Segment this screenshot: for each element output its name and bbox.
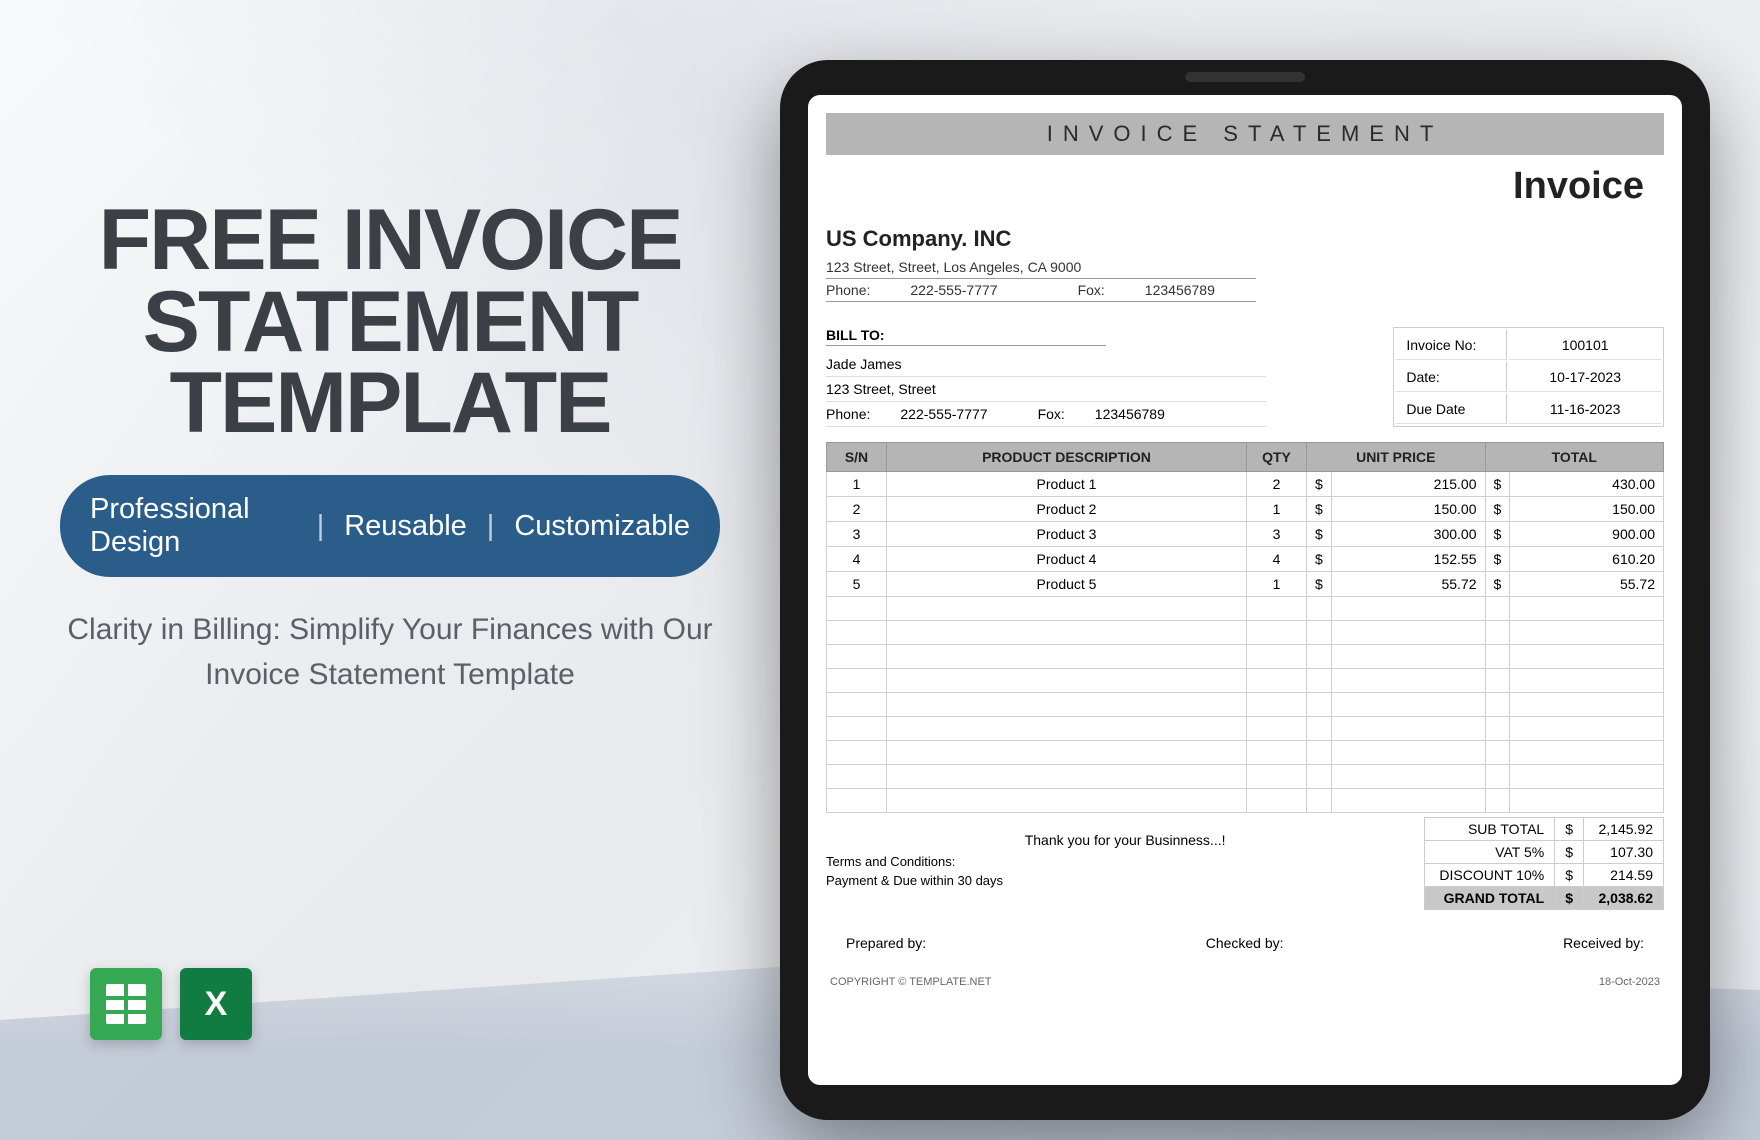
th-qty: QTY: [1247, 443, 1307, 472]
signatures: Prepared by: Checked by: Received by:: [826, 935, 1664, 951]
sub-val: 2,145.92: [1584, 818, 1664, 841]
promo-title: FREE INVOICE STATEMENT TEMPLATE: [60, 200, 720, 445]
bill-name: Jade James: [826, 352, 1266, 377]
table-row-empty: [827, 669, 1664, 693]
inv-due-val: 11-16-2023: [1509, 394, 1661, 424]
table-row-empty: [827, 789, 1664, 813]
fax-label: Fox:: [1078, 282, 1105, 298]
fax-val: 123456789: [1145, 282, 1215, 298]
bill-to-label: BILL TO:: [826, 327, 1106, 346]
excel-icon: X: [180, 968, 252, 1040]
sep-line: Phone: 222-555-7777 Fox: 123456789: [826, 279, 1256, 302]
table-row-empty: [827, 741, 1664, 765]
inv-date-val: 10-17-2023: [1509, 362, 1661, 392]
promo-panel: FREE INVOICE STATEMENT TEMPLATE Professi…: [0, 0, 780, 1140]
bill-address: 123 Street, Street: [826, 377, 1266, 402]
table-row-empty: [827, 717, 1664, 741]
company-address: 123 Street, Street, Los Angeles, CA 9000: [826, 256, 1256, 278]
phone-label: Phone:: [826, 282, 870, 298]
promo-subtitle: Clarity in Billing: Simplify Your Financ…: [60, 607, 720, 697]
table-row: 2Product 21$150.00$150.00: [827, 497, 1664, 522]
th-unit: UNIT PRICE: [1307, 443, 1486, 472]
title-line1: FREE INVOICE: [60, 200, 720, 282]
company-name: US Company. INC: [826, 226, 1664, 252]
bill-to-block: BILL TO: Jade James 123 Street, Street P…: [826, 327, 1266, 427]
inv-no-lbl: Invoice No:: [1396, 330, 1507, 360]
sep-line: 123 Street, Street, Los Angeles, CA 9000: [826, 256, 1256, 279]
terms-hdr: Terms and Conditions:: [826, 854, 1424, 869]
table-row-empty: [827, 621, 1664, 645]
title-line2: STATEMENT TEMPLATE: [60, 282, 720, 445]
table-row: 5Product 51$55.72$55.72: [827, 572, 1664, 597]
disc-lbl: DISCOUNT 10%: [1425, 864, 1555, 887]
disc-val: 214.59: [1584, 864, 1664, 887]
pill-a: Professional Design: [90, 493, 297, 559]
th-total: TOTAL: [1485, 443, 1664, 472]
google-sheets-icon: [90, 968, 162, 1040]
copyright-footer: COPYRIGHT © TEMPLATE.NET 18-Oct-2023: [826, 976, 1664, 988]
table-row: 3Product 33$300.00$900.00: [827, 522, 1664, 547]
pill-c: Customizable: [514, 510, 690, 543]
terms-block: Terms and Conditions: Payment & Due with…: [826, 854, 1424, 888]
bill-contact: Phone: 222-555-7777 Fox: 123456789: [826, 402, 1266, 427]
sub-lbl: SUB TOTAL: [1425, 818, 1555, 841]
totals-table: SUB TOTAL$2,145.92 VAT 5%$107.30 DISCOUN…: [1424, 817, 1664, 910]
vat-val: 107.30: [1584, 841, 1664, 864]
invoice-document: INVOICE STATEMENT Invoice US Company. IN…: [808, 95, 1682, 1085]
th-sn: S/N: [827, 443, 887, 472]
tablet-frame: INVOICE STATEMENT Invoice US Company. IN…: [780, 60, 1710, 1120]
grand-lbl: GRAND TOTAL: [1425, 887, 1555, 910]
recv-by: Received by:: [1563, 935, 1644, 951]
inv-date-lbl: Date:: [1396, 362, 1507, 392]
thanks-msg: Thank you for your Businness...!: [826, 817, 1424, 854]
table-row: 1Product 12$215.00$430.00: [827, 472, 1664, 497]
table-row-empty: [827, 597, 1664, 621]
inv-due-lbl: Due Date: [1396, 394, 1507, 424]
pill-b: Reusable: [344, 510, 467, 543]
phone-val: 222-555-7777: [910, 282, 997, 298]
check-by: Checked by:: [1206, 935, 1284, 951]
tablet-camera: [1185, 72, 1305, 82]
pill-sep: |: [487, 510, 495, 543]
th-desc: PRODUCT DESCRIPTION: [887, 443, 1247, 472]
invoice-meta-table: Invoice No:100101 Date:10-17-2023 Due Da…: [1393, 327, 1664, 427]
company-contact: Phone: 222-555-7777 Fox: 123456789: [826, 279, 1256, 301]
grand-val: 2,038.62: [1584, 887, 1664, 910]
app-icons: X: [90, 968, 252, 1040]
pill-sep: |: [317, 510, 325, 543]
copyright-text: COPYRIGHT © TEMPLATE.NET: [830, 976, 992, 988]
vat-lbl: VAT 5%: [1425, 841, 1555, 864]
prep-by: Prepared by:: [846, 935, 926, 951]
invoice-banner: INVOICE STATEMENT: [826, 113, 1664, 155]
copyright-date: 18-Oct-2023: [1599, 976, 1660, 988]
table-row-empty: [827, 765, 1664, 789]
table-row-empty: [827, 645, 1664, 669]
table-row-empty: [827, 693, 1664, 717]
feature-pill: Professional Design | Reusable | Customi…: [60, 475, 720, 577]
inv-no-val: 100101: [1509, 330, 1661, 360]
invoice-title: Invoice: [826, 165, 1644, 208]
table-row: 4Product 44$152.55$610.20: [827, 547, 1664, 572]
terms-body: Payment & Due within 30 days: [826, 873, 1424, 888]
products-table: S/N PRODUCT DESCRIPTION QTY UNIT PRICE T…: [826, 442, 1664, 813]
